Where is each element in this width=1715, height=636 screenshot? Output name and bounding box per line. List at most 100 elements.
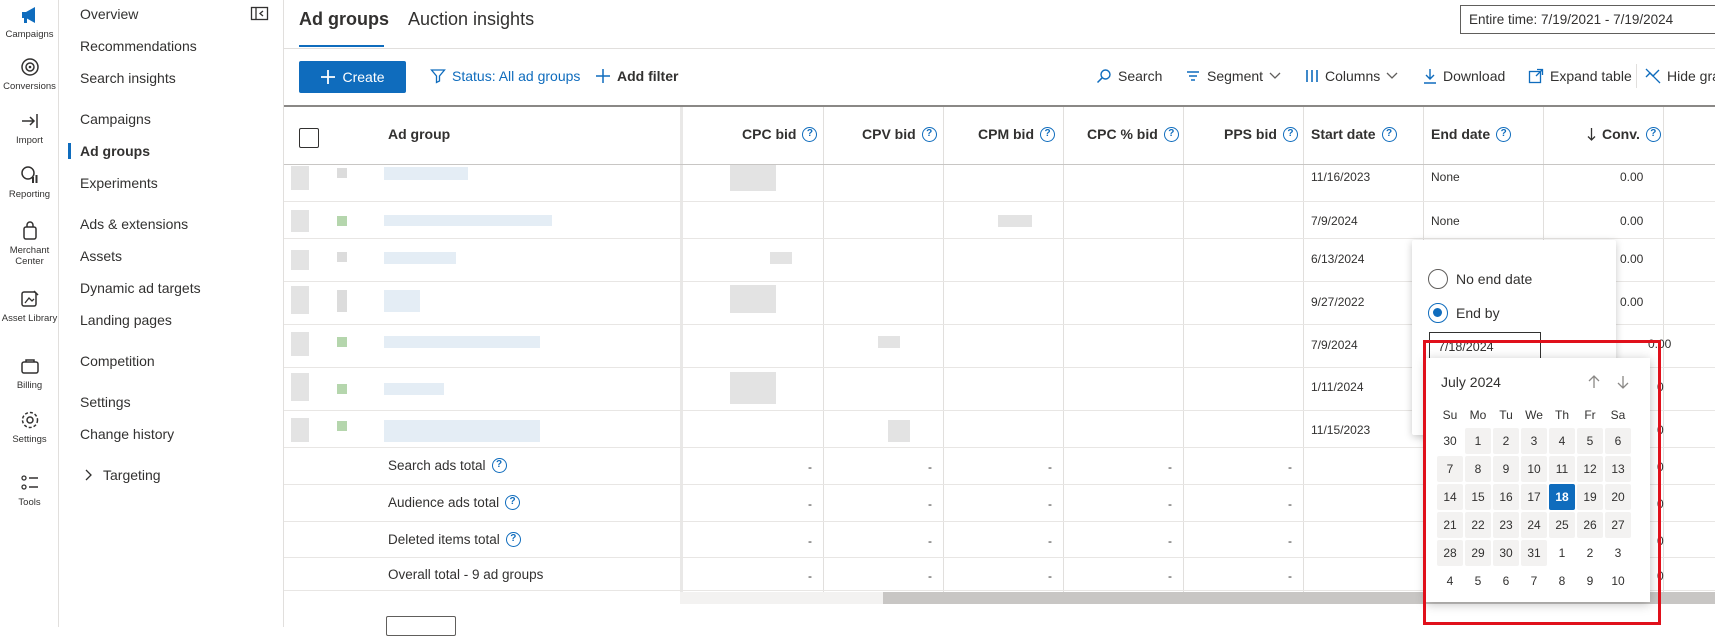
arrow-down-icon[interactable] — [1615, 374, 1631, 390]
pagination-button[interactable] — [386, 616, 456, 636]
column-header-cpv-bid[interactable]: CPV bid? — [862, 126, 937, 142]
calendar-day[interactable]: 4 — [1549, 428, 1575, 454]
calendar-month-label[interactable]: July 2024 — [1441, 374, 1501, 390]
nav-item-assets[interactable]: Assets — [80, 248, 122, 264]
end-date-input[interactable]: 7/18/2024 — [1429, 332, 1541, 360]
create-button[interactable]: Create — [299, 61, 406, 93]
help-icon[interactable]: ? — [1040, 126, 1055, 142]
nav-item-ad-groups[interactable]: Ad groups — [80, 143, 150, 159]
search-button[interactable]: Search — [1096, 68, 1162, 84]
nav-item-search-insights[interactable]: Search insights — [80, 70, 176, 86]
calendar-day[interactable]: 17 — [1521, 484, 1547, 510]
no-end-date-label[interactable]: No end date — [1456, 271, 1532, 287]
calendar-day[interactable]: 7 — [1437, 456, 1463, 482]
help-icon[interactable]: ? — [505, 495, 521, 510]
nav-item-settings[interactable]: Settings — [80, 394, 131, 410]
calendar-day[interactable]: 4 — [1437, 568, 1463, 594]
rail-merchant-center[interactable]: Merchant Center — [0, 220, 59, 267]
nav-item-recommendations[interactable]: Recommendations — [80, 38, 197, 54]
calendar-day[interactable]: 5 — [1465, 568, 1491, 594]
ad-group-name-redacted[interactable] — [384, 167, 468, 180]
nav-item-competition[interactable]: Competition — [80, 353, 155, 369]
nav-item-targeting[interactable]: Targeting — [84, 467, 161, 483]
calendar-day[interactable]: 9 — [1493, 456, 1519, 482]
end-by-label[interactable]: End by — [1456, 305, 1500, 321]
status-filter-button[interactable]: Status: All ad groups — [430, 68, 580, 84]
calendar-day[interactable]: 6 — [1493, 568, 1519, 594]
calendar-day[interactable]: 13 — [1605, 456, 1631, 482]
ad-group-name-redacted[interactable] — [384, 383, 444, 395]
column-header-cpc-bid[interactable]: CPC bid? — [742, 126, 818, 142]
calendar-day[interactable]: 10 — [1605, 568, 1631, 594]
calendar-day[interactable]: 16 — [1493, 484, 1519, 510]
help-icon[interactable]: ? — [802, 126, 818, 142]
calendar-day[interactable]: 2 — [1493, 428, 1519, 454]
nav-item-experiments[interactable]: Experiments — [80, 175, 158, 191]
calendar-day[interactable]: 5 — [1577, 428, 1603, 454]
nav-item-campaigns[interactable]: Campaigns — [80, 111, 151, 127]
nav-item-change-history[interactable]: Change history — [80, 426, 174, 442]
calendar-day[interactable]: 28 — [1437, 540, 1463, 566]
calendar-day[interactable]: 8 — [1465, 456, 1491, 482]
rail-asset-library[interactable]: Asset Library — [0, 288, 59, 324]
ad-group-name-redacted[interactable] — [384, 336, 540, 348]
help-icon[interactable]: ? — [1163, 126, 1179, 142]
rail-tools[interactable]: Tools — [0, 472, 59, 508]
calendar-day[interactable]: 15 — [1465, 484, 1491, 510]
rail-conversions[interactable]: Conversions — [0, 56, 59, 92]
calendar-day[interactable]: 27 — [1605, 512, 1631, 538]
calendar-day[interactable]: 8 — [1549, 568, 1575, 594]
calendar-day[interactable]: 3 — [1605, 540, 1631, 566]
calendar-day[interactable]: 2 — [1577, 540, 1603, 566]
column-header-cpc-pct-bid[interactable]: CPC % bid? — [1087, 126, 1179, 142]
help-icon[interactable]: ? — [1381, 126, 1397, 142]
date-range-picker[interactable]: Entire time: 7/19/2021 - 7/19/2024 — [1460, 5, 1715, 34]
tab-ad-groups[interactable]: Ad groups — [299, 9, 389, 30]
rail-billing[interactable]: Billing — [0, 355, 59, 391]
help-icon[interactable]: ? — [1282, 126, 1298, 142]
help-icon[interactable]: ? — [1645, 126, 1661, 142]
rail-settings[interactable]: Settings — [0, 409, 59, 445]
rail-reporting[interactable]: Reporting — [0, 164, 59, 200]
segment-button[interactable]: Segment — [1185, 68, 1281, 84]
column-header-cpm-bid[interactable]: CPM bid? — [978, 126, 1055, 142]
rail-import[interactable]: Import — [0, 110, 59, 146]
rail-campaigns[interactable]: Campaigns — [0, 4, 59, 40]
calendar-day[interactable]: 19 — [1577, 484, 1603, 510]
help-icon[interactable]: ? — [921, 126, 937, 142]
nav-item-overview[interactable]: Overview — [80, 6, 138, 22]
calendar-day[interactable]: 31 — [1521, 540, 1547, 566]
calendar-day[interactable]: 25 — [1549, 512, 1575, 538]
tab-auction-insights[interactable]: Auction insights — [408, 9, 534, 30]
collapse-pane-icon[interactable] — [250, 5, 270, 23]
hide-graph-button[interactable]: Hide gra — [1645, 68, 1715, 84]
columns-button[interactable]: Columns — [1305, 68, 1398, 84]
help-icon[interactable]: ? — [1496, 126, 1512, 142]
column-header-end-date[interactable]: End date? — [1431, 126, 1512, 142]
calendar-day[interactable]: 30 — [1437, 428, 1463, 454]
ad-group-name-redacted[interactable] — [384, 290, 420, 312]
column-header-pps-bid[interactable]: PPS bid? — [1224, 126, 1298, 142]
add-filter-button[interactable]: Add filter — [595, 68, 678, 84]
calendar-day[interactable]: 3 — [1521, 428, 1547, 454]
calendar-day[interactable]: 23 — [1493, 512, 1519, 538]
ad-group-name-redacted[interactable] — [384, 215, 552, 226]
calendar-day[interactable]: 14 — [1437, 484, 1463, 510]
calendar-day[interactable]: 11 — [1549, 456, 1575, 482]
download-button[interactable]: Download — [1423, 68, 1505, 84]
arrow-up-icon[interactable] — [1586, 374, 1602, 390]
calendar-day[interactable]: 29 — [1465, 540, 1491, 566]
help-icon[interactable]: ? — [491, 458, 507, 473]
end-date-cell[interactable]: None — [1431, 214, 1460, 228]
end-by-radio[interactable] — [1428, 303, 1448, 323]
help-icon[interactable]: ? — [505, 532, 521, 547]
calendar-day[interactable]: 22 — [1465, 512, 1491, 538]
calendar-day[interactable]: 6 — [1605, 428, 1631, 454]
ad-group-name-redacted[interactable] — [384, 252, 456, 264]
calendar-day[interactable]: 7 — [1521, 568, 1547, 594]
select-all-checkbox[interactable] — [299, 128, 319, 148]
calendar-day-selected[interactable]: 18 — [1549, 484, 1575, 510]
calendar-day[interactable]: 10 — [1521, 456, 1547, 482]
end-date-cell[interactable]: None — [1431, 170, 1460, 184]
nav-item-dynamic-ad-targets[interactable]: Dynamic ad targets — [80, 280, 201, 296]
